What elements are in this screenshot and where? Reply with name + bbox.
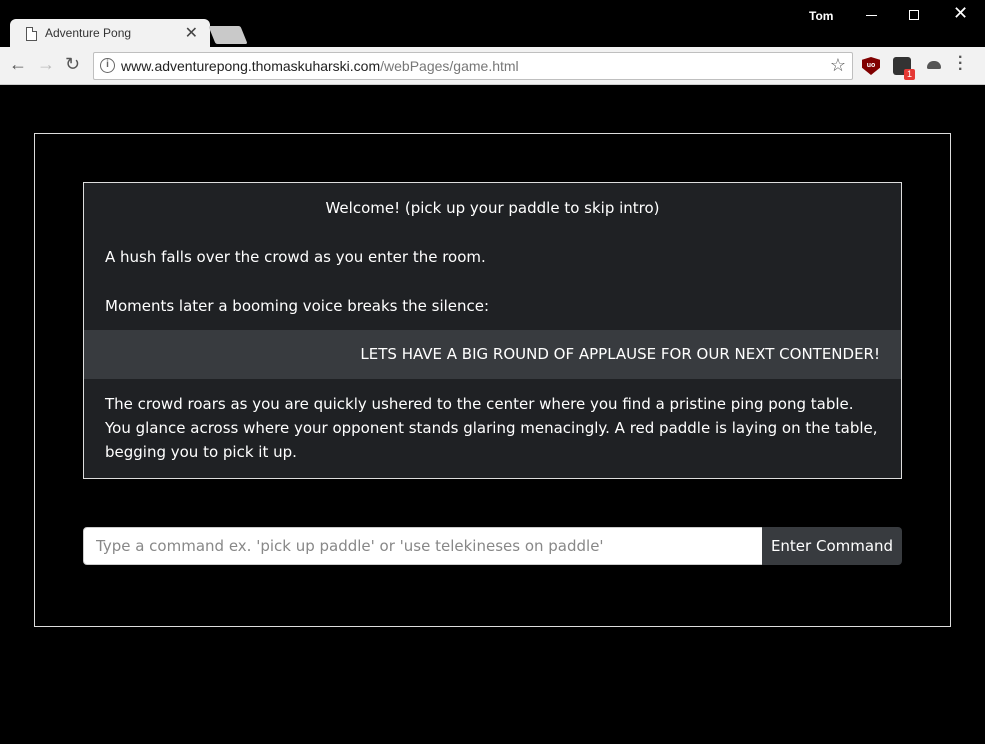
profile-name[interactable]: Tom [809, 9, 833, 23]
browser-tab[interactable]: Adventure Pong ✕ [10, 19, 210, 48]
extension-badge: 1 [904, 69, 916, 80]
game-page: Welcome! (pick up your paddle to skip in… [0, 85, 985, 744]
story-panel: Welcome! (pick up your paddle to skip in… [83, 182, 902, 479]
story-paragraph: A hush falls over the crowd as you enter… [105, 248, 486, 266]
minimize-icon[interactable] [866, 6, 878, 22]
story-paragraph: Moments later a booming voice breaks the… [105, 297, 490, 315]
url-text[interactable]: www.adventurepong.thomaskuharski.com/web… [121, 58, 519, 74]
page-icon [26, 27, 37, 41]
ublock-icon[interactable]: uo [862, 57, 880, 75]
command-input[interactable] [83, 527, 763, 565]
title-bar: Adventure Pong ✕ Tom ✕ [0, 0, 985, 48]
back-icon[interactable]: ← [9, 54, 27, 75]
url-host: www.adventurepong.thomaskuharski.com [121, 58, 381, 74]
story-paragraph: The crowd roars as you are quickly usher… [105, 395, 878, 461]
url-path: /webPages/game.html [380, 58, 519, 74]
close-window-icon[interactable]: ✕ [953, 3, 968, 24]
address-bar[interactable]: i www.adventurepong.thomaskuharski.com/w… [93, 52, 853, 80]
announcer-line: LETS HAVE A BIG ROUND OF APPLAUSE FOR OU… [84, 330, 901, 379]
forward-icon[interactable]: → [37, 54, 55, 75]
browser-toolbar: ← → ↻ i www.adventurepong.thomaskuharski… [0, 47, 985, 85]
incognito-hat-icon[interactable] [925, 57, 943, 75]
bookmark-star-icon[interactable]: ☆ [830, 55, 846, 76]
new-tab-button[interactable] [208, 26, 248, 44]
menu-icon[interactable]: · · · [958, 50, 963, 78]
maximize-icon[interactable] [909, 10, 919, 20]
announcer-text: LETS HAVE A BIG ROUND OF APPLAUSE FOR OU… [360, 345, 880, 363]
tab-title: Adventure Pong [45, 26, 132, 40]
enter-command-button[interactable]: Enter Command [762, 527, 902, 565]
welcome-text: Welcome! (pick up your paddle to skip in… [325, 199, 660, 217]
info-icon[interactable]: i [100, 58, 115, 73]
close-tab-icon[interactable]: ✕ [185, 23, 198, 43]
reload-icon[interactable]: ↻ [65, 54, 80, 75]
